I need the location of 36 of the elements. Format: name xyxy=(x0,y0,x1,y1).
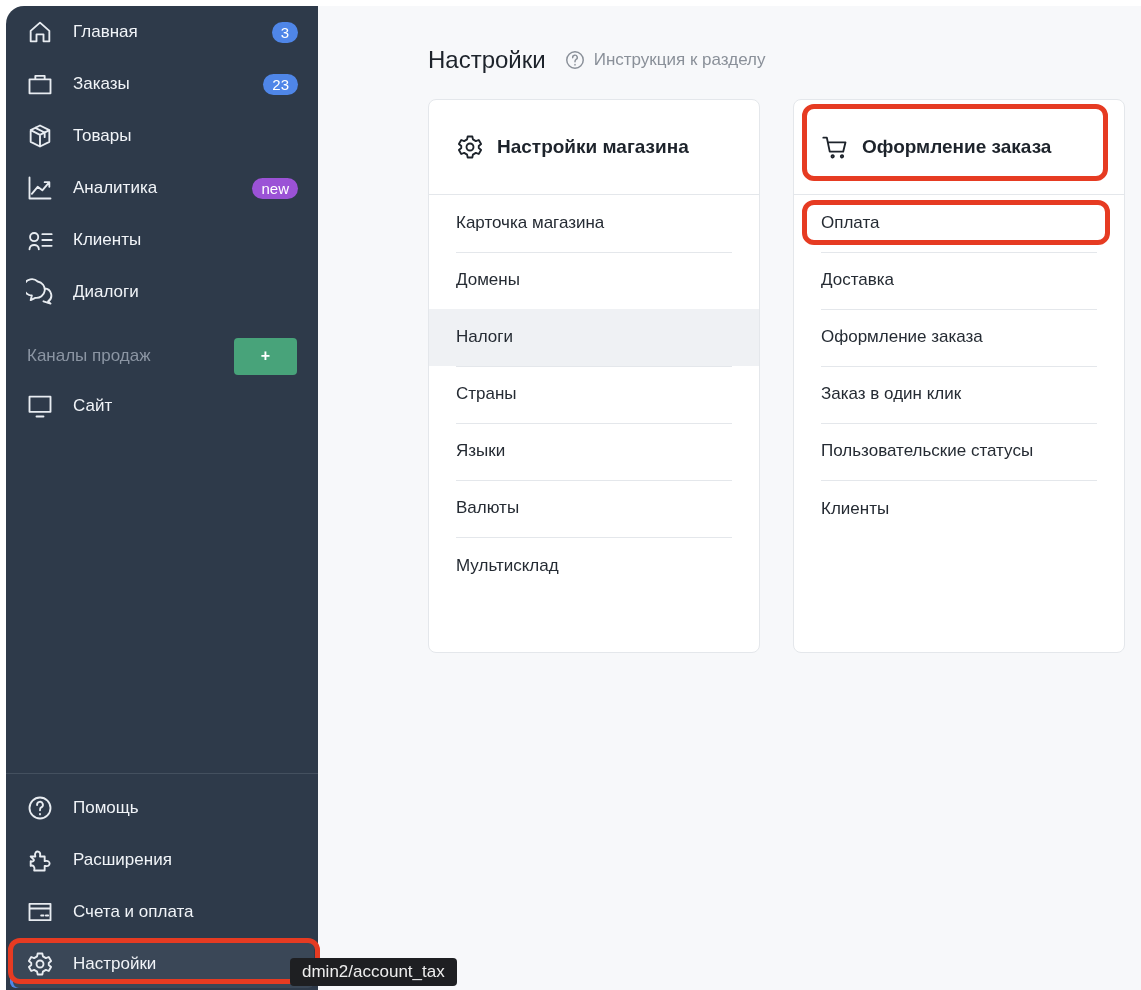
speech-bubbles-icon xyxy=(26,278,54,306)
sidebar-item[interactable]: Заказы 23 xyxy=(10,60,314,108)
sidebar-item[interactable]: Диалоги xyxy=(10,268,314,316)
gear-icon xyxy=(456,133,484,161)
card-title: Настройки магазина xyxy=(497,136,689,158)
settings-link[interactable]: Клиенты xyxy=(794,480,1124,537)
help-icon xyxy=(26,794,54,822)
count-badge: new xyxy=(252,177,298,199)
settings-link[interactable]: Мультисклад xyxy=(429,537,759,594)
settings-link[interactable]: Языки xyxy=(429,423,759,480)
settings-link[interactable]: Пользовательские статусы xyxy=(794,423,1124,480)
gear-icon xyxy=(26,950,54,978)
section-title: Каналы продаж xyxy=(27,346,151,366)
sidebar-item[interactable]: Расширения xyxy=(10,836,314,884)
settings-link[interactable]: Доставка xyxy=(794,252,1124,309)
count-badge: 3 xyxy=(271,21,298,43)
help-icon[interactable] xyxy=(563,49,586,71)
sidebar-item[interactable]: Помощь xyxy=(10,784,314,832)
sidebar-item[interactable]: Клиенты xyxy=(10,216,314,264)
page-title: Настройки xyxy=(428,46,546,74)
settings-link[interactable]: Оплата xyxy=(794,195,1124,252)
sidebar-item[interactable]: Аналитика new xyxy=(10,164,314,212)
line-chart-icon xyxy=(26,174,54,202)
count-badge: 23 xyxy=(263,73,298,95)
settings-link[interactable]: Валюты xyxy=(429,480,759,537)
settings-link[interactable]: Страны xyxy=(429,366,759,423)
sidebar-item[interactable]: Счета и оплата xyxy=(10,888,314,936)
sidebar-item[interactable]: Сайт xyxy=(10,382,314,430)
settings-link[interactable]: Оформление заказа xyxy=(794,309,1124,366)
url-tooltip: dmin2/account_tax xyxy=(290,958,457,986)
sidebar-item[interactable]: Главная 3 xyxy=(10,8,314,56)
card-title: Оформление заказа xyxy=(862,136,1052,158)
settings-link[interactable]: Налоги xyxy=(429,309,759,366)
settings-link[interactable]: Заказ в один клик xyxy=(794,366,1124,423)
settings-link[interactable]: Карточка магазина xyxy=(429,195,759,252)
sidebar-item[interactable]: Товары xyxy=(10,112,314,160)
